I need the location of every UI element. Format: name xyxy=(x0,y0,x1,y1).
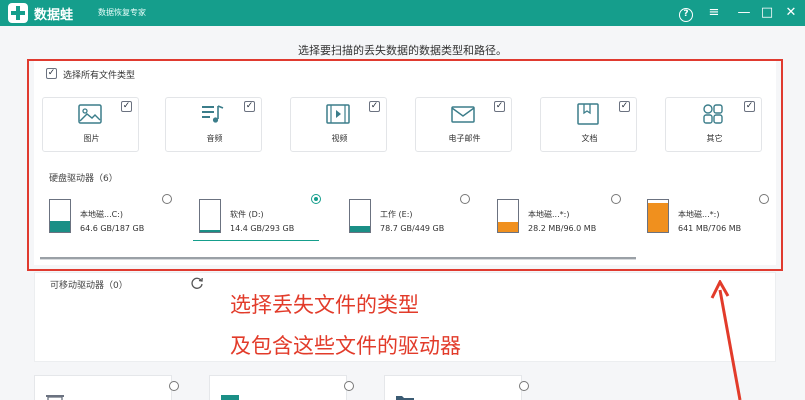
drive-radio[interactable] xyxy=(460,194,470,204)
file-type-checkbox[interactable]: ✓ xyxy=(744,101,755,112)
help-button[interactable]: ? xyxy=(676,3,696,23)
minimize-button[interactable]: — xyxy=(734,3,754,23)
file-type-label: 图片 xyxy=(83,134,100,143)
file-type-video[interactable]: ✓ 视频 xyxy=(290,97,387,152)
maximize-button[interactable]: □ xyxy=(757,3,777,23)
drive-name: 本地磁...*:) xyxy=(528,210,570,219)
document-icon xyxy=(577,103,599,125)
location-radio[interactable] xyxy=(519,381,529,391)
audio-icon xyxy=(202,105,224,123)
drive-icon xyxy=(199,199,221,233)
app-subtitle: 数据恢复专家 xyxy=(98,8,146,17)
help-icon: ? xyxy=(679,8,693,22)
check-icon: ✓ xyxy=(245,101,254,111)
file-type-checkbox[interactable]: ✓ xyxy=(619,101,630,112)
check-icon: ✓ xyxy=(370,101,379,111)
menu-button[interactable]: ≡ xyxy=(704,3,724,23)
file-type-checkbox[interactable]: ✓ xyxy=(369,101,380,112)
other-icon xyxy=(703,104,723,124)
select-all-label: 选择所有文件类型 xyxy=(63,71,136,81)
check-icon: ✓ xyxy=(620,101,629,111)
drive-name: 本地磁...C:) xyxy=(80,210,124,219)
file-type-image[interactable]: ✓ 图片 xyxy=(42,97,139,152)
drive-icon xyxy=(349,199,371,233)
recycle-bin-icon xyxy=(46,395,64,400)
hard-disk-section-label: 硬盘驱动器（6） xyxy=(49,174,118,184)
annotation-line-2: 及包含这些文件的驱动器 xyxy=(230,334,461,358)
file-type-document[interactable]: ✓ 文档 xyxy=(540,97,637,152)
title-bar: 数据蛙 数据恢复专家 ? ≡ — □ ✕ xyxy=(0,0,805,26)
drive-size: 28.2 MB/96.0 MB xyxy=(528,224,597,233)
check-icon: ✓ xyxy=(47,68,56,78)
drive-name: 软件 (D:) xyxy=(230,210,264,219)
drive-usage-fill xyxy=(498,222,518,232)
minimize-icon: — xyxy=(737,5,751,20)
drive-size: 78.7 GB/449 GB xyxy=(380,224,445,233)
drive-usage-fill xyxy=(50,220,70,232)
drive-size: 64.6 GB/187 GB xyxy=(80,224,145,233)
check-icon: ✓ xyxy=(122,101,131,111)
select-all-checkbox[interactable]: ✓ xyxy=(46,68,57,79)
email-icon xyxy=(451,106,475,123)
folder-icon xyxy=(396,396,414,400)
close-button[interactable]: ✕ xyxy=(781,3,801,23)
refresh-icon[interactable] xyxy=(190,276,204,290)
maximize-icon: □ xyxy=(760,5,774,20)
drive-usage-fill xyxy=(648,202,668,232)
app-name: 数据蛙 xyxy=(34,8,74,23)
annotation-line-1: 选择丢失文件的类型 xyxy=(230,293,419,317)
drive-usage-fill xyxy=(200,230,220,232)
check-icon: ✓ xyxy=(495,101,504,111)
instruction-text: 选择要扫描的丢失数据的数据类型和路径。 xyxy=(298,44,507,57)
drive-icon xyxy=(647,199,669,233)
desktop-icon xyxy=(221,395,239,400)
drive-usage-fill xyxy=(350,226,370,232)
drive-item[interactable]: 本地磁...*:) 28.2 MB/96.0 MB xyxy=(497,193,627,243)
file-type-email[interactable]: ✓ 电子邮件 xyxy=(415,97,512,152)
check-icon: ✓ xyxy=(745,101,754,111)
drive-radio[interactable] xyxy=(311,194,321,204)
drive-icon xyxy=(49,199,71,233)
file-type-label: 音频 xyxy=(206,134,223,143)
drive-size: 14.4 GB/293 GB xyxy=(230,224,295,233)
location-radio[interactable] xyxy=(169,381,179,391)
drive-item[interactable]: 本地磁...*:) 641 MB/706 MB xyxy=(647,193,772,243)
drive-radio[interactable] xyxy=(162,194,172,204)
file-type-other[interactable]: ✓ 其它 xyxy=(665,97,762,152)
drive-size: 641 MB/706 MB xyxy=(678,224,742,233)
drive-icon xyxy=(497,199,519,233)
file-type-label: 视频 xyxy=(331,134,348,143)
annotation-arrow-icon xyxy=(710,280,742,400)
file-type-label: 电子邮件 xyxy=(448,134,481,143)
location-card[interactable] xyxy=(209,375,354,400)
file-type-label: 文档 xyxy=(581,134,598,143)
location-card[interactable] xyxy=(384,375,529,400)
file-type-audio[interactable]: ✓ 音频 xyxy=(165,97,262,152)
close-icon: ✕ xyxy=(785,5,797,20)
logo-icon xyxy=(8,3,28,23)
location-radio[interactable] xyxy=(344,381,354,391)
location-card[interactable] xyxy=(34,375,179,400)
file-type-checkbox[interactable]: ✓ xyxy=(244,101,255,112)
removable-section-label: 可移动驱动器（0） xyxy=(50,281,128,291)
drive-name: 本地磁...*:) xyxy=(678,210,720,219)
file-type-checkbox[interactable]: ✓ xyxy=(494,101,505,112)
drive-item[interactable]: 本地磁...C:) 64.6 GB/187 GB xyxy=(49,193,179,243)
drive-radio[interactable] xyxy=(759,194,769,204)
drive-item[interactable]: 软件 (D:) 14.4 GB/293 GB xyxy=(199,193,329,243)
drive-radio[interactable] xyxy=(611,194,621,204)
image-icon xyxy=(78,104,102,124)
selected-drive-underline xyxy=(193,240,319,241)
data-recovery-window: 数据蛙 数据恢复专家 ? ≡ — □ ✕ 选择要扫描的丢失数据的数据类型和路径。… xyxy=(0,0,805,400)
file-type-checkbox[interactable]: ✓ xyxy=(121,101,132,112)
file-type-label: 其它 xyxy=(706,134,723,143)
scrollbar-track xyxy=(40,259,636,260)
video-icon xyxy=(326,104,350,124)
menu-icon: ≡ xyxy=(708,5,720,20)
drive-name: 工作 (E:) xyxy=(380,210,413,219)
